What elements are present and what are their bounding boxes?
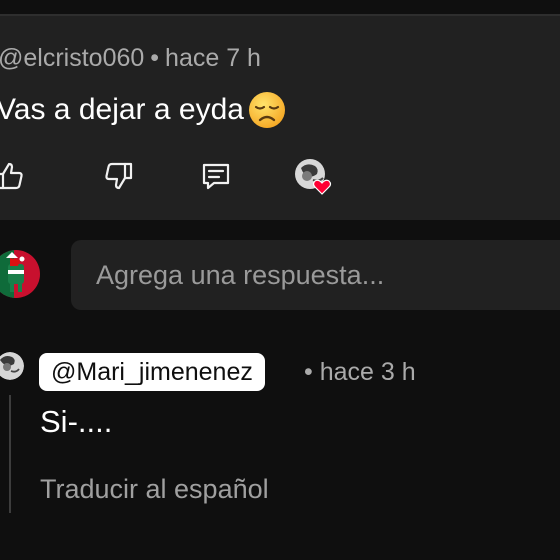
- reply-author-avatar[interactable]: [0, 352, 24, 380]
- comment-thread: @elcristo060 • hace 7 h Vas a dejar a eyda: [0, 0, 560, 560]
- reply-author-handle[interactable]: @Mari_jimenenez: [39, 353, 265, 391]
- top-comment-text-row: Vas a dejar a eyda: [0, 90, 287, 130]
- reply-text: Si-....: [40, 404, 113, 439]
- disappointed-face-emoji-icon: [247, 90, 287, 130]
- top-comment-author[interactable]: @elcristo060: [0, 44, 144, 72]
- thread-line: [9, 395, 11, 513]
- comment-icon: [200, 160, 232, 197]
- reply-button[interactable]: [196, 158, 236, 198]
- like-button[interactable]: [0, 158, 30, 198]
- top-comment-time: hace 7 h: [165, 44, 261, 72]
- creator-heart-icon: [293, 158, 333, 198]
- top-comment-card: @elcristo060 • hace 7 h Vas a dejar a eyda: [0, 14, 560, 220]
- meta-separator: •: [150, 44, 160, 72]
- current-user-avatar: [0, 250, 40, 298]
- top-comment-meta: @elcristo060 • hace 7 h: [0, 44, 261, 73]
- reply-input[interactable]: Agrega una respuesta...: [71, 240, 560, 310]
- thumbs-up-icon: [0, 160, 26, 197]
- dislike-button[interactable]: [98, 158, 138, 198]
- reply-input-placeholder: Agrega una respuesta...: [96, 259, 385, 290]
- thumbs-down-icon: [102, 160, 134, 197]
- comment-actions: [0, 158, 560, 198]
- top-comment-text: Vas a dejar a eyda: [0, 93, 244, 126]
- reply-time: • hace 3 h: [304, 358, 416, 386]
- creator-heart-badge: [293, 158, 333, 198]
- translate-link[interactable]: Traducir al español: [40, 474, 269, 505]
